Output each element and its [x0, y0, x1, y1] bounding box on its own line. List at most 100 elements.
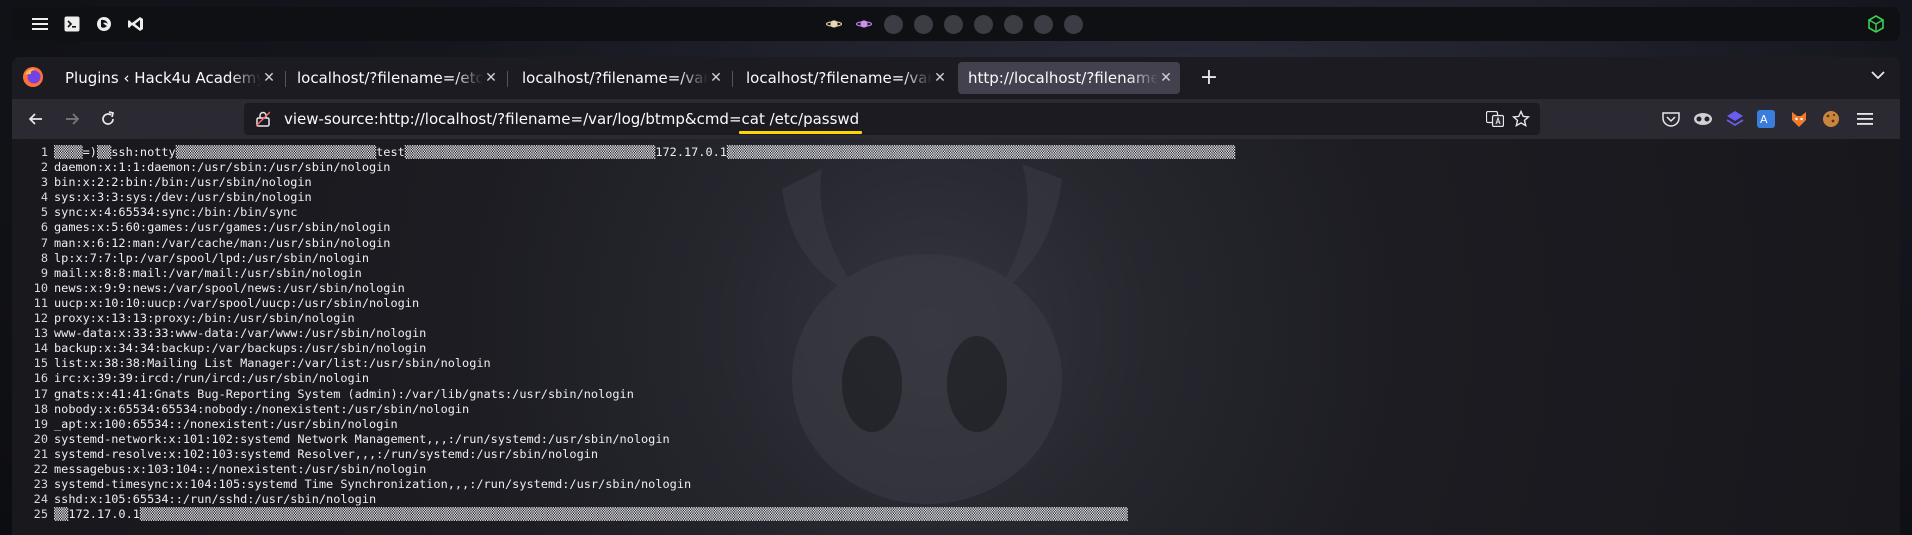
firefox-menu-icon[interactable]: [22, 66, 44, 88]
translate-icon[interactable]: [1486, 110, 1504, 128]
line-number: 2: [40, 160, 48, 175]
terminal-icon[interactable]: [56, 7, 88, 41]
source-line: 13 www-data:x:33:33:www-data:/var/www:/us…: [12, 326, 1235, 341]
workspace-dot[interactable]: [914, 14, 933, 34]
firefox-icon[interactable]: [88, 7, 120, 41]
url-bar[interactable]: view-source:http://localhost/?filename=/…: [244, 103, 1540, 135]
cookie-extension-icon[interactable]: [1821, 109, 1841, 129]
line-number: 11: [33, 295, 48, 310]
planet-active-workspace-icon[interactable]: [854, 15, 873, 34]
list-all-tabs-icon[interactable]: [1870, 67, 1886, 87]
new-tab-button[interactable]: +: [1196, 65, 1222, 90]
source-line: 11 uucp:x:10:10:uucp:/var/spool/uucp:/usr…: [12, 296, 1235, 311]
tab-label: localhost/?filename=/var/log/apache2/acc…: [522, 69, 708, 87]
line-text: games:x:5:60:games:/usr/games:/usr/sbin/…: [54, 220, 391, 235]
tab-plugins[interactable]: Plugins ‹ Hack4u Academy — WordPress ✕: [55, 62, 283, 94]
line-number: 18: [33, 401, 48, 416]
line-text: lp:x:7:7:lp:/var/spool/lpd:/usr/sbin/nol…: [54, 250, 369, 265]
source-line: 23 systemd-timesync:x:104:105:systemd Tim…: [12, 477, 1235, 492]
workspace-indicator: [824, 7, 1083, 41]
close-icon[interactable]: ✕: [932, 70, 948, 86]
workspace-dot[interactable]: [1064, 14, 1083, 34]
source-line: 6 games:x:5:60:games:/usr/games:/usr/sbin…: [12, 220, 1235, 235]
source-line: 4 sys:x:3:3:sys:/dev:/usr/sbin/nologin: [12, 190, 1235, 205]
foxyproxy-icon[interactable]: [1789, 109, 1809, 129]
line-number: 9: [40, 265, 48, 280]
reload-button[interactable]: [96, 107, 120, 131]
tab-access-log[interactable]: localhost/?filename=/var/log/apache2/acc…: [512, 62, 730, 94]
source-line: 7 man:x:6:12:man:/var/cache/man:/usr/sbin…: [12, 236, 1235, 251]
navigation-toolbar: view-source:http://localhost/?filename=/…: [12, 99, 1900, 139]
tab-label: localhost/?filename=/etc/passwd: [297, 69, 483, 87]
network-cube-icon[interactable]: [1868, 15, 1884, 37]
planet-workspace-icon[interactable]: [824, 15, 843, 34]
line-number: 21: [33, 446, 48, 461]
line-number: 10: [33, 280, 48, 295]
source-line: 24 sshd:x:105:65534::/run/sshd:/usr/sbin/…: [12, 492, 1235, 507]
workspace-dot[interactable]: [884, 14, 903, 34]
line-text: ▒▒172.17.0.1▒▒▒▒▒▒▒▒▒▒▒▒▒▒▒▒▒▒▒▒▒▒▒▒▒▒▒▒…: [54, 507, 1128, 522]
menu-icon[interactable]: [24, 7, 56, 41]
tab-separator: [507, 71, 508, 87]
line-text: mail:x:8:8:mail:/var/mail:/usr/sbin/nolo…: [54, 265, 362, 280]
line-text: news:x:9:9:news:/var/spool/news:/usr/sbi…: [54, 280, 405, 295]
source-line: 15 list:x:38:38:Mailing List Manager:/var…: [12, 356, 1235, 371]
line-text: systemd-timesync:x:104:105:systemd Time …: [54, 477, 692, 492]
tab-separator: [285, 71, 286, 87]
line-number: 14: [33, 341, 48, 356]
line-number: 8: [40, 250, 48, 265]
line-number: 24: [33, 492, 48, 507]
close-icon[interactable]: ✕: [708, 70, 724, 86]
line-text: uucp:x:10:10:uucp:/var/spool/uucp:/usr/s…: [54, 295, 420, 310]
pocket-icon[interactable]: [1661, 109, 1681, 129]
close-icon[interactable]: ✕: [1158, 70, 1174, 86]
close-icon[interactable]: ✕: [261, 70, 277, 86]
line-text: systemd-network:x:101:102:systemd Networ…: [54, 431, 670, 446]
line-number: 4: [40, 190, 48, 205]
close-icon[interactable]: ✕: [483, 70, 499, 86]
line-text: bin:x:2:2:bin:/bin:/usr/sbin/nologin: [54, 175, 312, 190]
highlight-underline: [738, 131, 863, 134]
tab-btmp[interactable]: localhost/?filename=/var/log/btmp ✕: [736, 62, 954, 94]
line-text: www-data:x:33:33:www-data:/var/www:/usr/…: [54, 326, 427, 341]
source-line: 8 lp:x:7:7:lp:/var/spool/lpd:/usr/sbin/no…: [12, 251, 1235, 266]
line-text: _apt:x:100:65534::/nonexistent:/usr/sbin…: [54, 416, 398, 431]
workspace-dot[interactable]: [1004, 14, 1023, 34]
desktop-top-bar: [12, 7, 1900, 41]
insecure-lock-icon[interactable]: [256, 111, 272, 127]
workspace-dot[interactable]: [944, 14, 963, 34]
translate-extension-icon[interactable]: A: [1756, 109, 1776, 129]
forward-button[interactable]: [60, 107, 84, 131]
line-text: nobody:x:65534:65534:nobody:/nonexistent…: [54, 401, 470, 416]
source-line: 16 irc:x:39:39:ircd:/run/ircd:/usr/sbin/n…: [12, 371, 1235, 386]
line-text: man:x:6:12:man:/var/cache/man:/usr/sbin/…: [54, 235, 391, 250]
back-button[interactable]: [24, 107, 48, 131]
bookmark-star-icon[interactable]: [1512, 110, 1530, 128]
app-menu-icon[interactable]: [1855, 109, 1875, 129]
tab-view-source[interactable]: http://localhost/?filename=/var/log/btmp…: [958, 62, 1180, 94]
line-number: 5: [40, 205, 48, 220]
line-text: gnats:x:41:41:Gnats Bug-Reporting System…: [54, 386, 634, 401]
line-text: backup:x:34:34:backup:/var/backups:/usr/…: [54, 341, 427, 356]
source-lines: 1 ▒▒▒▒=)▒▒ssh:notty▒▒▒▒▒▒▒▒▒▒▒▒▒▒▒▒▒▒▒▒▒▒…: [12, 145, 1236, 522]
line-number: 19: [33, 416, 48, 431]
vscode-icon[interactable]: [120, 7, 152, 41]
line-number: 20: [33, 431, 48, 446]
source-line: 19 _apt:x:100:65534::/nonexistent:/usr/sb…: [12, 417, 1235, 432]
workspace-dot[interactable]: [974, 14, 993, 34]
source-line: 17 gnats:x:41:41:Gnats Bug-Reporting Syst…: [12, 387, 1235, 402]
view-source-content[interactable]: 1 ▒▒▒▒=)▒▒ssh:notty▒▒▒▒▒▒▒▒▒▒▒▒▒▒▒▒▒▒▒▒▒▒…: [12, 139, 1900, 535]
line-text: sync:x:4:65534:sync:/bin:/bin/sync: [54, 205, 298, 220]
tab-separator: [732, 71, 733, 87]
workspace-dot[interactable]: [1034, 14, 1053, 34]
line-text: messagebus:x:103:104::/nonexistent:/usr/…: [54, 461, 427, 476]
proxy-extension-icon[interactable]: [1725, 109, 1745, 129]
svg-text:A: A: [1760, 113, 1768, 126]
tab-etc-passwd[interactable]: localhost/?filename=/etc/passwd ✕: [287, 62, 505, 94]
line-number: 13: [33, 326, 48, 341]
line-text: systemd-resolve:x:102:103:systemd Resolv…: [54, 446, 599, 461]
private-mask-extension-icon[interactable]: [1693, 109, 1713, 129]
url-highlighted-command: cat /etc/passwd: [738, 110, 863, 134]
line-number: 1: [40, 145, 48, 159]
source-line: 1 ▒▒▒▒=)▒▒ssh:notty▒▒▒▒▒▒▒▒▒▒▒▒▒▒▒▒▒▒▒▒▒▒…: [12, 145, 1235, 160]
